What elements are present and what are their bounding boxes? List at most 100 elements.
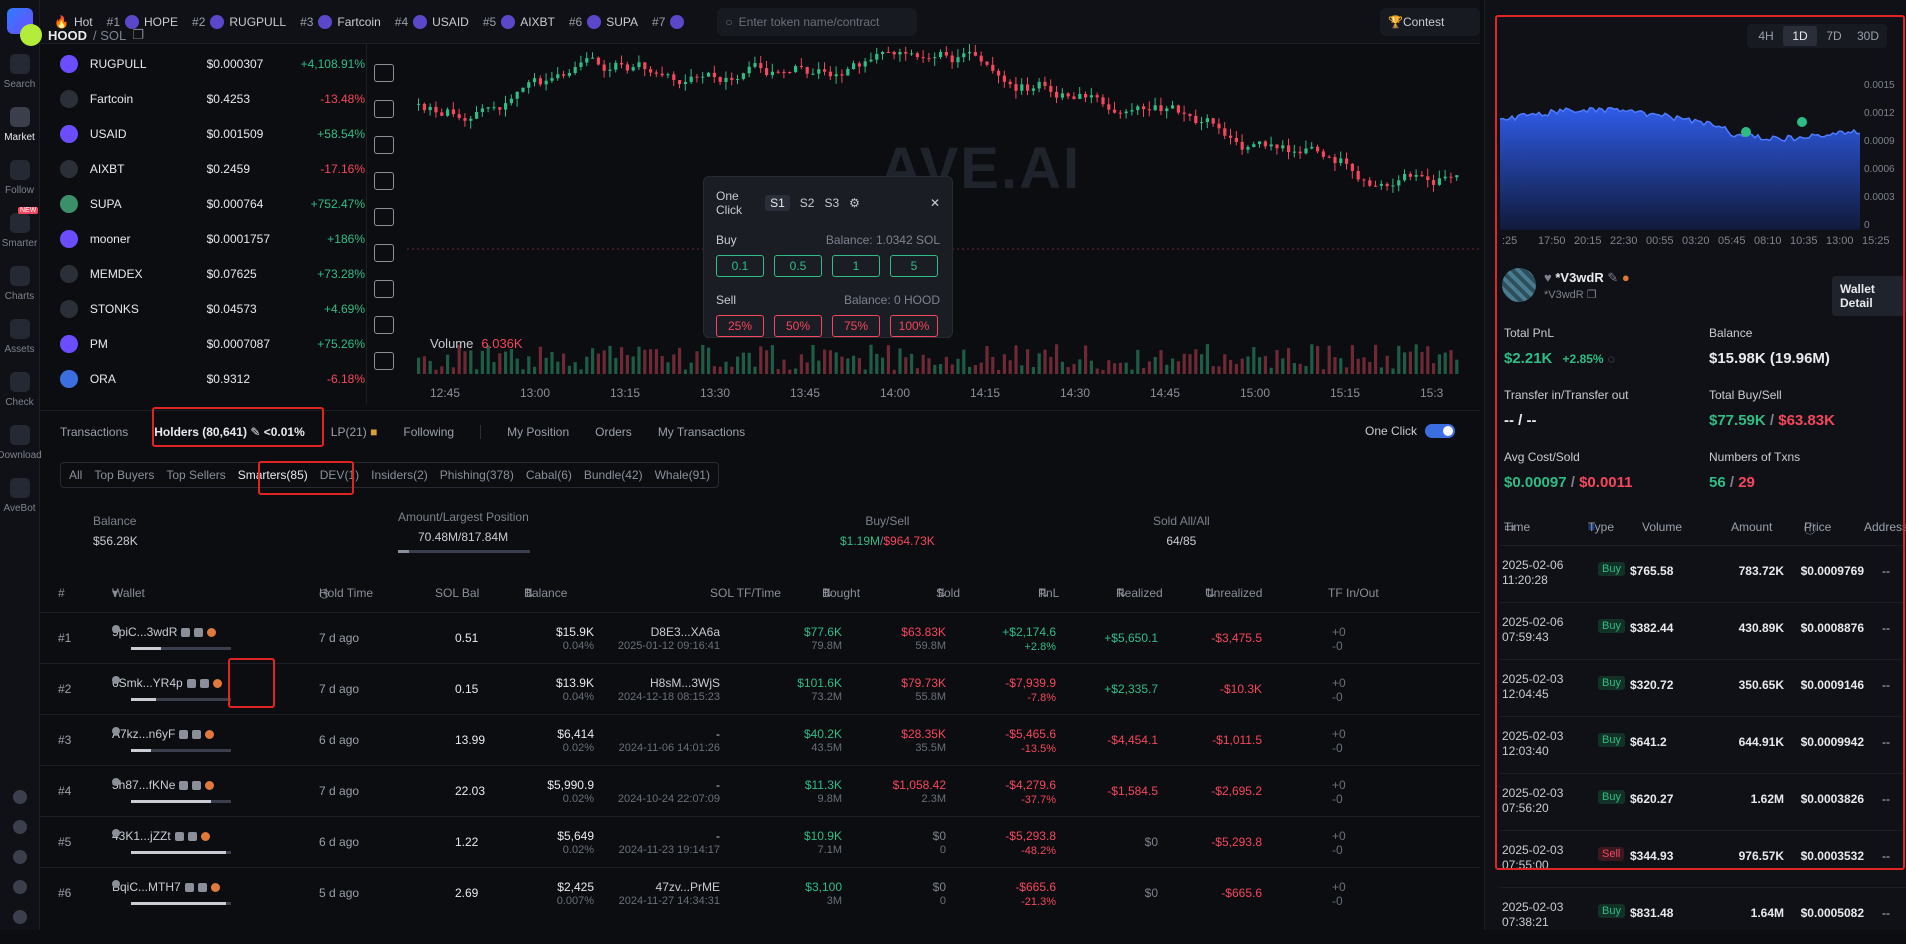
sol-tf-cell[interactable]: -2024-11-23 19:14:17 xyxy=(600,829,720,857)
nav-item-market[interactable]: Market xyxy=(0,101,39,154)
sol-tf-header[interactable]: SOL TF/Time xyxy=(710,586,781,600)
filter-top-buyers[interactable]: Top Buyers xyxy=(94,468,154,482)
wallet-cell[interactable]: 5h87...fKNe xyxy=(112,778,215,792)
copy-icon[interactable] xyxy=(187,832,197,842)
nav-item-smarter[interactable]: Smarter NEW xyxy=(0,207,39,260)
nav-item-charts[interactable]: Charts xyxy=(0,260,39,313)
heart-icon[interactable] xyxy=(112,625,120,633)
one-click-toggle[interactable]: One Click xyxy=(1365,424,1456,438)
edit-icon[interactable]: ✎ xyxy=(1607,270,1618,285)
toggle-switch[interactable] xyxy=(1425,424,1456,438)
tf-inout-header[interactable]: TF In/Out xyxy=(1328,586,1379,600)
sol-tf-cell[interactable]: H8sM...3WjS 2024-12-18 08:15:23 xyxy=(600,676,720,704)
hot-token-2[interactable]: #2 RUGPULL xyxy=(192,14,286,29)
heart-icon[interactable] xyxy=(112,829,120,837)
refresh-icon[interactable]: ◌ xyxy=(1608,352,1615,366)
close-icon[interactable]: ✕ xyxy=(930,196,940,210)
sol-tf-cell[interactable]: -2024-10-24 22:07:09 xyxy=(600,778,720,806)
tab-following[interactable]: Following xyxy=(403,425,454,439)
txn-address[interactable]: -- xyxy=(1882,792,1890,806)
txn-row[interactable]: 2025-02-03 12:04:45 Buy $320.72 350.65K $0.00… xyxy=(1500,659,1906,716)
filter-whale[interactable]: Whale(91) xyxy=(655,468,710,482)
wallet-price-chart[interactable] xyxy=(1500,70,1906,260)
txn-address[interactable]: -- xyxy=(1882,678,1890,692)
buy-marker[interactable] xyxy=(1741,127,1751,137)
table-row[interactable]: #3 A7kz...n6yF 6 d ago 13.99 $6,414 0.02% -202… xyxy=(40,714,1480,765)
contest-button[interactable]: 🏆Contest xyxy=(1380,8,1480,36)
token-row[interactable]: AIXBT $0.2459 -17.16% xyxy=(40,151,365,186)
filter-top-sellers[interactable]: Top Sellers xyxy=(166,468,225,482)
txn-address[interactable]: -- xyxy=(1882,564,1890,578)
zoom-tool-icon[interactable] xyxy=(374,316,394,334)
filter-smarters[interactable]: Smarters(85) xyxy=(238,468,308,482)
timeframe-1d[interactable]: 1D xyxy=(1783,26,1817,46)
emoji-tool-icon[interactable] xyxy=(374,244,394,262)
calendar-icon[interactable]: ▭ xyxy=(1504,520,1515,534)
tab-transactions[interactable]: Transactions xyxy=(60,425,128,439)
txn-address[interactable]: -- xyxy=(1882,621,1890,635)
sell-amount-button[interactable]: 75% xyxy=(832,315,880,337)
edit-icon[interactable] xyxy=(184,883,194,893)
txn-row[interactable]: 2025-02-03 07:56:20 Buy $620.27 1.62M $0.0003… xyxy=(1500,773,1906,830)
token-row[interactable]: mooner $0.0001757 +186% xyxy=(40,221,365,256)
filter-dev[interactable]: DEV(1) xyxy=(320,468,359,482)
hot-token-7[interactable]: #7 xyxy=(652,14,689,29)
path-tool-icon[interactable] xyxy=(374,100,394,118)
copy-icon[interactable]: ❐ xyxy=(1587,289,1597,301)
x-icon[interactable] xyxy=(13,880,27,894)
info-icon[interactable]: ⓘ xyxy=(1804,520,1816,537)
copy-icon[interactable] xyxy=(194,628,204,638)
sell-amount-button[interactable]: 50% xyxy=(774,315,822,337)
timeframe-4h[interactable]: 4H xyxy=(1749,26,1783,46)
slot-s2[interactable]: S2 xyxy=(800,196,815,210)
nav-item-search[interactable]: Search xyxy=(0,48,39,101)
token-row[interactable]: MEMDEX $0.07625 +73.28% xyxy=(40,256,365,291)
mail-icon[interactable] xyxy=(13,910,27,924)
wallet-detail-button[interactable]: Wallet Detail xyxy=(1832,276,1906,316)
buy-amount-button[interactable]: 0.1 xyxy=(716,255,764,277)
fib-tool-icon[interactable] xyxy=(374,136,394,154)
txn-row[interactable]: 2025-02-06 11:20:28 Buy $765.58 783.72K $0.00… xyxy=(1500,545,1906,602)
txn-row[interactable]: 2025-02-03 07:55:00 Sell $344.93 976.57K $0.0… xyxy=(1500,830,1906,887)
edit-icon[interactable] xyxy=(186,679,196,689)
token-row[interactable]: STONKS $0.04573 +4.69% xyxy=(40,291,365,326)
gear-icon[interactable]: ⚙ xyxy=(849,196,860,210)
heart-icon[interactable]: ♥ xyxy=(1544,270,1552,285)
search-box[interactable]: ○ xyxy=(717,7,918,36)
tab-lp[interactable]: LP(21) ■ xyxy=(331,425,378,439)
lines-tool-icon[interactable] xyxy=(374,64,394,82)
filter-insiders[interactable]: Insiders(2) xyxy=(371,468,428,482)
nav-item-check[interactable]: Check xyxy=(0,366,39,419)
text-tool-icon[interactable] xyxy=(374,208,394,226)
sol-tf-cell[interactable]: 47zv...PrME 2024-11-27 14:34:31 xyxy=(600,880,720,908)
edit-icon[interactable] xyxy=(179,730,189,740)
wallet-cell[interactable]: 43K1...jZZt xyxy=(112,829,210,843)
wallet-cell[interactable]: BqiC...MTH7 xyxy=(112,880,220,894)
hot-token-6[interactable]: #6 SUPA xyxy=(569,14,638,29)
txn-row[interactable]: 2025-02-03 07:38:21 Buy $831.48 1.64M $0.0005… xyxy=(1500,887,1906,944)
buy-marker[interactable] xyxy=(1797,117,1807,127)
sell-amount-button[interactable]: 100% xyxy=(890,315,938,337)
help-icon[interactable] xyxy=(13,790,27,804)
table-row[interactable]: #5 43K1...jZZt 6 d ago 1.22 $5,649 0.02% -2024… xyxy=(40,816,1480,867)
slot-s1[interactable]: S1 xyxy=(765,195,790,211)
token-row[interactable]: Fartcoin $0.4253 -13.48% xyxy=(40,81,365,116)
search-input[interactable] xyxy=(738,14,909,29)
telegram-channel-icon[interactable] xyxy=(13,850,27,864)
brush-tool-icon[interactable] xyxy=(374,172,394,190)
nav-item-download[interactable]: Download xyxy=(0,419,42,472)
edit-icon[interactable] xyxy=(174,832,184,842)
token-row[interactable]: RUGPULL $0.000307 +4,108.91% xyxy=(40,46,365,81)
token-row[interactable]: ORA $0.9312 -6.18% xyxy=(40,361,365,396)
table-row[interactable]: #2 6Smk...YR4p 7 d ago 0.15 $13.9K 0.04% H8sM.… xyxy=(40,663,1480,714)
tab-my-position[interactable]: My Position xyxy=(507,425,569,439)
ruler-tool-icon[interactable] xyxy=(374,280,394,298)
copy-icon[interactable]: ❐ xyxy=(132,27,144,43)
nav-item-follow[interactable]: Follow xyxy=(0,154,39,207)
edit-icon[interactable] xyxy=(179,781,189,791)
hot-token-5[interactable]: #5 AIXBT xyxy=(483,14,555,29)
magnet-tool-icon[interactable] xyxy=(374,352,394,370)
filter-cabal[interactable]: Cabal(6) xyxy=(526,468,572,482)
tab-orders[interactable]: Orders xyxy=(595,425,632,439)
nav-item-assets[interactable]: Assets xyxy=(0,313,39,366)
